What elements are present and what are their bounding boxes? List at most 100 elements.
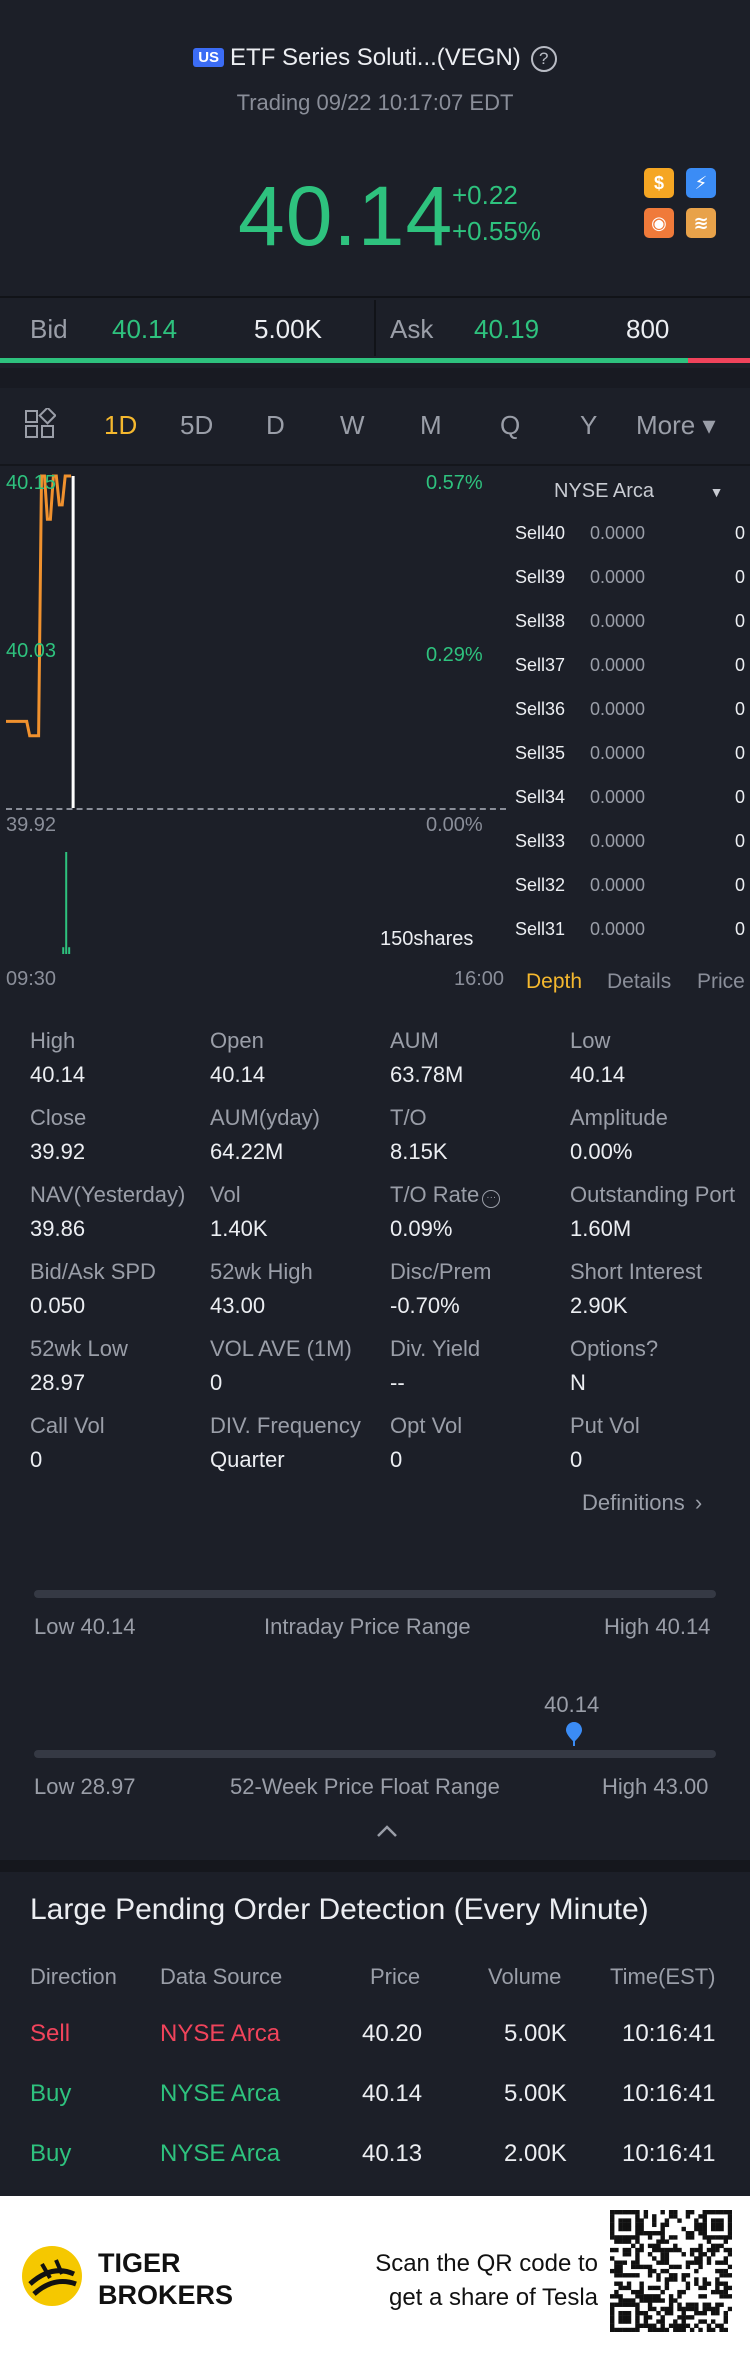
collapse-chevron-icon[interactable] bbox=[376, 1818, 398, 1844]
volume-bar bbox=[68, 947, 71, 954]
col-volume: Volume bbox=[488, 1964, 562, 1989]
qr-module bbox=[626, 2310, 632, 2316]
qr-module bbox=[702, 2277, 707, 2282]
qr-module bbox=[719, 2289, 724, 2295]
qr-module bbox=[702, 2235, 707, 2240]
qr-module bbox=[694, 2256, 699, 2261]
tab-w[interactable]: W bbox=[340, 410, 365, 441]
tab-details[interactable]: Details bbox=[607, 970, 671, 994]
qr-module bbox=[647, 2268, 653, 2274]
qr-module bbox=[610, 2231, 615, 2236]
stat-label-options: Options? bbox=[570, 1336, 750, 1362]
prev-close-line bbox=[6, 808, 506, 810]
large-order-row[interactable]: Buy NYSE Arca 40.13 2.00K 10:16:41 bbox=[0, 2140, 750, 2172]
qr-module bbox=[660, 2226, 665, 2232]
qr-module bbox=[660, 2231, 665, 2236]
qr-module bbox=[660, 2306, 665, 2312]
tab-d[interactable]: D bbox=[266, 410, 285, 441]
qr-module bbox=[647, 2231, 653, 2236]
chart-time-end: 16:00 bbox=[454, 968, 505, 990]
stat-value-high: 40.14 bbox=[30, 1062, 86, 1087]
intraday-low: Low 40.14 bbox=[34, 1614, 136, 1639]
qr-module bbox=[715, 2306, 720, 2312]
tab-m[interactable]: M bbox=[420, 410, 442, 441]
qr-module bbox=[647, 2235, 653, 2240]
definitions-link[interactable]: Definitions › bbox=[582, 1490, 702, 1516]
qr-module bbox=[635, 2222, 640, 2228]
tab-5d[interactable]: 5D bbox=[180, 410, 213, 441]
stock-title[interactable]: US ETF Series Soluti...(VEGN)? bbox=[0, 44, 750, 72]
qr-module bbox=[719, 2273, 724, 2278]
qr-module bbox=[723, 2315, 728, 2320]
chart-time-start: 09:30 bbox=[6, 968, 57, 990]
qr-module bbox=[702, 2319, 707, 2324]
qr-module bbox=[652, 2247, 657, 2253]
qr-module bbox=[706, 2247, 712, 2253]
layout-grid-icon[interactable] bbox=[24, 406, 57, 440]
qr-module bbox=[710, 2226, 716, 2232]
qr-module bbox=[694, 2222, 699, 2228]
tab-depth[interactable]: Depth bbox=[526, 970, 582, 994]
qr-module bbox=[622, 2273, 628, 2278]
stat-value-vol: 1.40K bbox=[210, 1216, 268, 1241]
qr-module bbox=[698, 2214, 703, 2219]
intraday-chart[interactable] bbox=[0, 466, 512, 966]
stat-label-text: Short Interest bbox=[570, 1259, 703, 1284]
qr-module bbox=[685, 2235, 691, 2240]
stock-name: ETF Series Soluti...(VEGN) bbox=[230, 44, 521, 71]
tab-1d[interactable]: 1D bbox=[104, 410, 137, 441]
qr-module bbox=[635, 2306, 640, 2312]
qr-module bbox=[660, 2247, 665, 2253]
qr-module bbox=[685, 2273, 691, 2278]
large-order-row[interactable]: Sell NYSE Arca 40.20 5.00K 10:16:41 bbox=[0, 2020, 750, 2052]
qr-module bbox=[677, 2302, 682, 2307]
qr-module bbox=[719, 2260, 724, 2265]
tab-price[interactable]: Price bbox=[697, 970, 745, 994]
tab-y[interactable]: Y bbox=[580, 410, 597, 441]
qr-code[interactable] bbox=[610, 2210, 733, 2333]
qr-module bbox=[643, 2294, 649, 2299]
depth-level: Sell33 bbox=[515, 831, 566, 851]
qr-module bbox=[689, 2315, 695, 2320]
lightning-badge-icon[interactable]: ⚡ bbox=[686, 168, 716, 198]
tab-more[interactable]: More ▾ bbox=[636, 410, 716, 441]
qr-module bbox=[681, 2315, 686, 2320]
qr-module bbox=[643, 2214, 649, 2219]
qr-module bbox=[626, 2218, 632, 2223]
qr-module bbox=[664, 2239, 670, 2244]
qr-module bbox=[698, 2264, 703, 2270]
stat-label-text: T/O bbox=[390, 1105, 427, 1130]
qr-module bbox=[685, 2214, 691, 2219]
qr-module bbox=[660, 2210, 665, 2215]
qr-module bbox=[631, 2235, 636, 2240]
qr-module bbox=[610, 2210, 615, 2215]
qr-module bbox=[719, 2210, 724, 2215]
qr-module bbox=[618, 2294, 623, 2299]
stat-label-div-yield: Div. Yield bbox=[390, 1336, 480, 1362]
qr-module bbox=[631, 2243, 636, 2249]
qr-module bbox=[635, 2294, 640, 2299]
large-order-row[interactable]: Buy NYSE Arca 40.14 5.00K 10:16:41 bbox=[0, 2080, 750, 2112]
qr-module bbox=[677, 2264, 682, 2270]
exchange-selector[interactable]: NYSE Arca ▼ bbox=[554, 480, 723, 503]
dollar-badge-icon[interactable]: $ bbox=[644, 168, 674, 198]
qr-module bbox=[656, 2277, 661, 2282]
qr-module bbox=[689, 2260, 695, 2265]
qr-module bbox=[656, 2294, 661, 2299]
qr-module bbox=[622, 2252, 628, 2257]
depth-price: 0.0000 bbox=[590, 743, 646, 763]
help-icon[interactable]: ? bbox=[530, 46, 557, 72]
education-badge-icon[interactable]: ≋ bbox=[686, 208, 716, 238]
qr-module bbox=[723, 2310, 728, 2316]
tab-q[interactable]: Q bbox=[500, 410, 520, 441]
qr-module bbox=[660, 2323, 665, 2328]
qr-module bbox=[719, 2294, 724, 2299]
more-info-icon[interactable]: ··· bbox=[482, 1190, 501, 1208]
qr-module bbox=[610, 2268, 615, 2274]
stat-label-bid-ask-spd: Bid/Ask SPD bbox=[30, 1259, 156, 1285]
depth-level: Sell35 bbox=[515, 743, 566, 763]
depth-qty: 0 bbox=[735, 523, 746, 543]
community-badge-icon[interactable]: ◉ bbox=[644, 208, 674, 238]
qr-module bbox=[656, 2239, 661, 2244]
qr-module bbox=[660, 2222, 665, 2228]
